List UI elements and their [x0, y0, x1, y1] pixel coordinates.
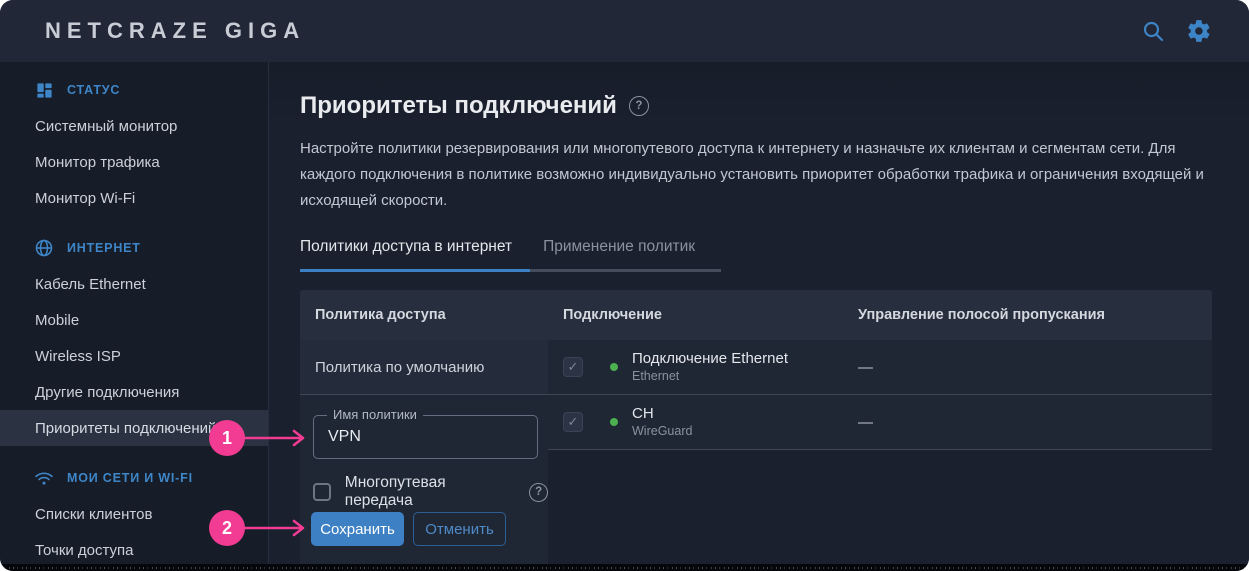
connection-type: Ethernet	[632, 369, 788, 384]
connection-enabled-checkbox[interactable]: ✓	[563, 412, 583, 432]
screenshot-artifact-strip	[0, 564, 1249, 571]
bandwidth-value: —	[858, 340, 873, 394]
sidebar-item-ethernet-cable[interactable]: Кабель Ethernet	[0, 266, 268, 302]
cancel-button[interactable]: Отменить	[413, 512, 506, 546]
connection-name: CH	[632, 405, 692, 422]
tab-bar: Политики доступа в интернет Применение п…	[300, 238, 721, 272]
wifi-icon	[34, 468, 54, 488]
tab-policy-application[interactable]: Применение политик	[530, 238, 721, 272]
sidebar-item-wifi-monitor[interactable]: Монитор Wi-Fi	[0, 180, 268, 216]
main-content: Приоритеты подключений ? Настройте полит…	[268, 62, 1249, 564]
annotation-step-2: 2	[209, 510, 321, 546]
sidebar-section-internet: ИНТЕРНЕТ	[0, 230, 268, 266]
sidebar-section-my-networks: МОИ СЕТИ И WI-FI	[0, 460, 268, 496]
page-description: Настройте политики резервирования или мн…	[300, 136, 1208, 214]
column-header-connection: Подключение	[563, 290, 662, 340]
sidebar-item-system-monitor[interactable]: Системный монитор	[0, 108, 268, 144]
multipath-label: Многопутевая передача	[345, 474, 515, 510]
policy-name-cell: Политика по умолчанию	[300, 340, 548, 394]
policy-name-input[interactable]	[314, 416, 537, 458]
sidebar: СТАТУС Системный монитор Монитор трафика…	[0, 62, 269, 564]
sidebar-item-wireless-isp[interactable]: Wireless ISP	[0, 338, 268, 374]
globe-icon	[34, 238, 54, 258]
connection-status-dot	[610, 363, 618, 371]
bandwidth-value: —	[858, 395, 873, 449]
sidebar-item-other-connections[interactable]: Другие подключения	[0, 374, 268, 410]
app-window: NETCRAZE GIGA СТАТУС Системный монитор М…	[0, 0, 1249, 571]
new-policy-form: Имя политики Многопутевая передача ? Сох…	[300, 398, 548, 564]
connection-name: Подключение Ethernet	[632, 350, 788, 367]
connection-type: WireGuard	[632, 424, 692, 439]
column-header-bandwidth: Управление полосой пропускания	[858, 290, 1105, 340]
sidebar-item-mobile[interactable]: Mobile	[0, 302, 268, 338]
page-title: Приоритеты подключений	[300, 92, 617, 120]
page-help-icon[interactable]: ?	[629, 96, 649, 116]
policy-name-field: Имя политики	[313, 415, 538, 459]
dashboard-icon	[34, 80, 54, 100]
sidebar-item-traffic-monitor[interactable]: Монитор трафика	[0, 144, 268, 180]
table-header: Политика доступа Подключение Управление …	[300, 290, 1212, 340]
annotation-badge-2: 2	[209, 510, 245, 546]
tab-access-policies[interactable]: Политики доступа в интернет	[300, 238, 530, 272]
multipath-help-icon[interactable]: ?	[529, 483, 548, 502]
connection-status-dot	[610, 418, 618, 426]
sidebar-section-status: СТАТУС	[0, 72, 268, 108]
annotation-badge-1: 1	[209, 420, 245, 456]
gear-icon[interactable]	[1185, 17, 1213, 45]
topbar: NETCRAZE GIGA	[0, 0, 1249, 62]
table-row: Политика по умолчанию ✓ Подключение Ethe…	[300, 340, 1212, 395]
connection-enabled-checkbox[interactable]: ✓	[563, 357, 583, 377]
brand-logo: NETCRAZE GIGA	[45, 0, 305, 62]
multipath-checkbox[interactable]	[313, 483, 331, 501]
save-button[interactable]: Сохранить	[311, 512, 404, 546]
column-header-policy: Политика доступа	[315, 290, 446, 340]
search-icon[interactable]	[1139, 17, 1167, 45]
annotation-step-1: 1	[209, 420, 321, 456]
